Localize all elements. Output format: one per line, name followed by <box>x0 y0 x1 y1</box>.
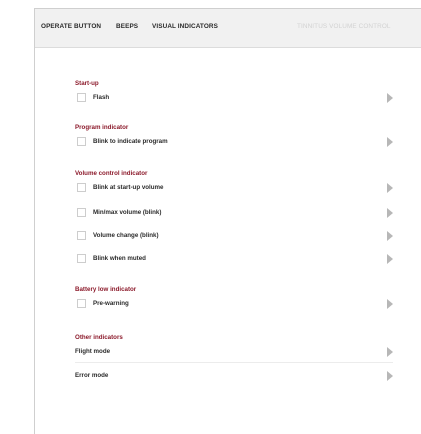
row-blink-startup-volume[interactable]: Blink at start-up volume <box>75 180 393 196</box>
error-mode-label: Error mode <box>75 372 109 379</box>
prewarning-label: Pre-warning <box>93 300 129 307</box>
tab-visual-indicators[interactable]: VISUAL INDICATORS <box>152 23 218 30</box>
tab-tinnitus-volume-control: TINNITUS VOLUME CONTROL <box>297 23 391 30</box>
row-error-mode[interactable]: Error mode <box>75 368 393 384</box>
blink-program-label: Blink to indicate program <box>93 138 168 145</box>
row-blink-muted[interactable]: Blink when muted <box>75 251 393 267</box>
blink-startup-volume-checkbox[interactable] <box>77 183 86 192</box>
minmax-volume-checkbox[interactable] <box>77 208 86 217</box>
tab-operate-button[interactable]: OPERATE BUTTON <box>41 23 101 30</box>
prewarning-checkbox[interactable] <box>77 299 86 308</box>
row-prewarning[interactable]: Pre-warning <box>75 296 393 312</box>
section-title-battery: Battery low indicator <box>75 286 137 293</box>
chevron-right-icon[interactable] <box>387 254 393 264</box>
flash-checkbox[interactable] <box>77 93 86 102</box>
visual-indicators-content: Start-up Flash Program indicator Blink t… <box>35 48 421 434</box>
chevron-right-icon[interactable] <box>387 299 393 309</box>
flight-mode-label: Flight mode <box>75 348 111 355</box>
section-title-other-indicators: Other indicators <box>75 334 123 341</box>
chevron-right-icon[interactable] <box>387 183 393 193</box>
chevron-right-icon[interactable] <box>387 347 393 357</box>
volume-change-label: Volume change (blink) <box>93 232 159 239</box>
blink-muted-label: Blink when muted <box>93 255 146 262</box>
chevron-right-icon[interactable] <box>387 208 393 218</box>
blink-startup-volume-label: Blink at start-up volume <box>93 184 164 191</box>
row-blink-program[interactable]: Blink to indicate program <box>75 134 393 150</box>
row-flash[interactable]: Flash <box>75 90 393 106</box>
volume-change-checkbox[interactable] <box>77 231 86 240</box>
section-title-volume-control: Volume control indicator <box>75 170 148 177</box>
section-title-program-indicator: Program indicator <box>75 124 129 131</box>
minmax-volume-label: Min/max volume (blink) <box>93 209 162 216</box>
tab-beeps[interactable]: BEEPS <box>116 23 138 30</box>
chevron-right-icon[interactable] <box>387 231 393 241</box>
blink-muted-checkbox[interactable] <box>77 254 86 263</box>
tab-bar: OPERATE BUTTON BEEPS VISUAL INDICATORS T… <box>35 9 421 48</box>
chevron-right-icon[interactable] <box>387 137 393 147</box>
flash-label: Flash <box>93 94 110 101</box>
row-flight-mode[interactable]: Flight mode <box>75 344 393 360</box>
row-volume-change[interactable]: Volume change (blink) <box>75 228 393 244</box>
section-title-startup: Start-up <box>75 80 99 87</box>
chevron-right-icon[interactable] <box>387 371 393 381</box>
row-minmax-volume[interactable]: Min/max volume (blink) <box>75 205 393 221</box>
settings-panel: OPERATE BUTTON BEEPS VISUAL INDICATORS T… <box>34 8 421 434</box>
row-divider <box>75 362 393 363</box>
chevron-right-icon[interactable] <box>387 93 393 103</box>
blink-program-checkbox[interactable] <box>77 137 86 146</box>
